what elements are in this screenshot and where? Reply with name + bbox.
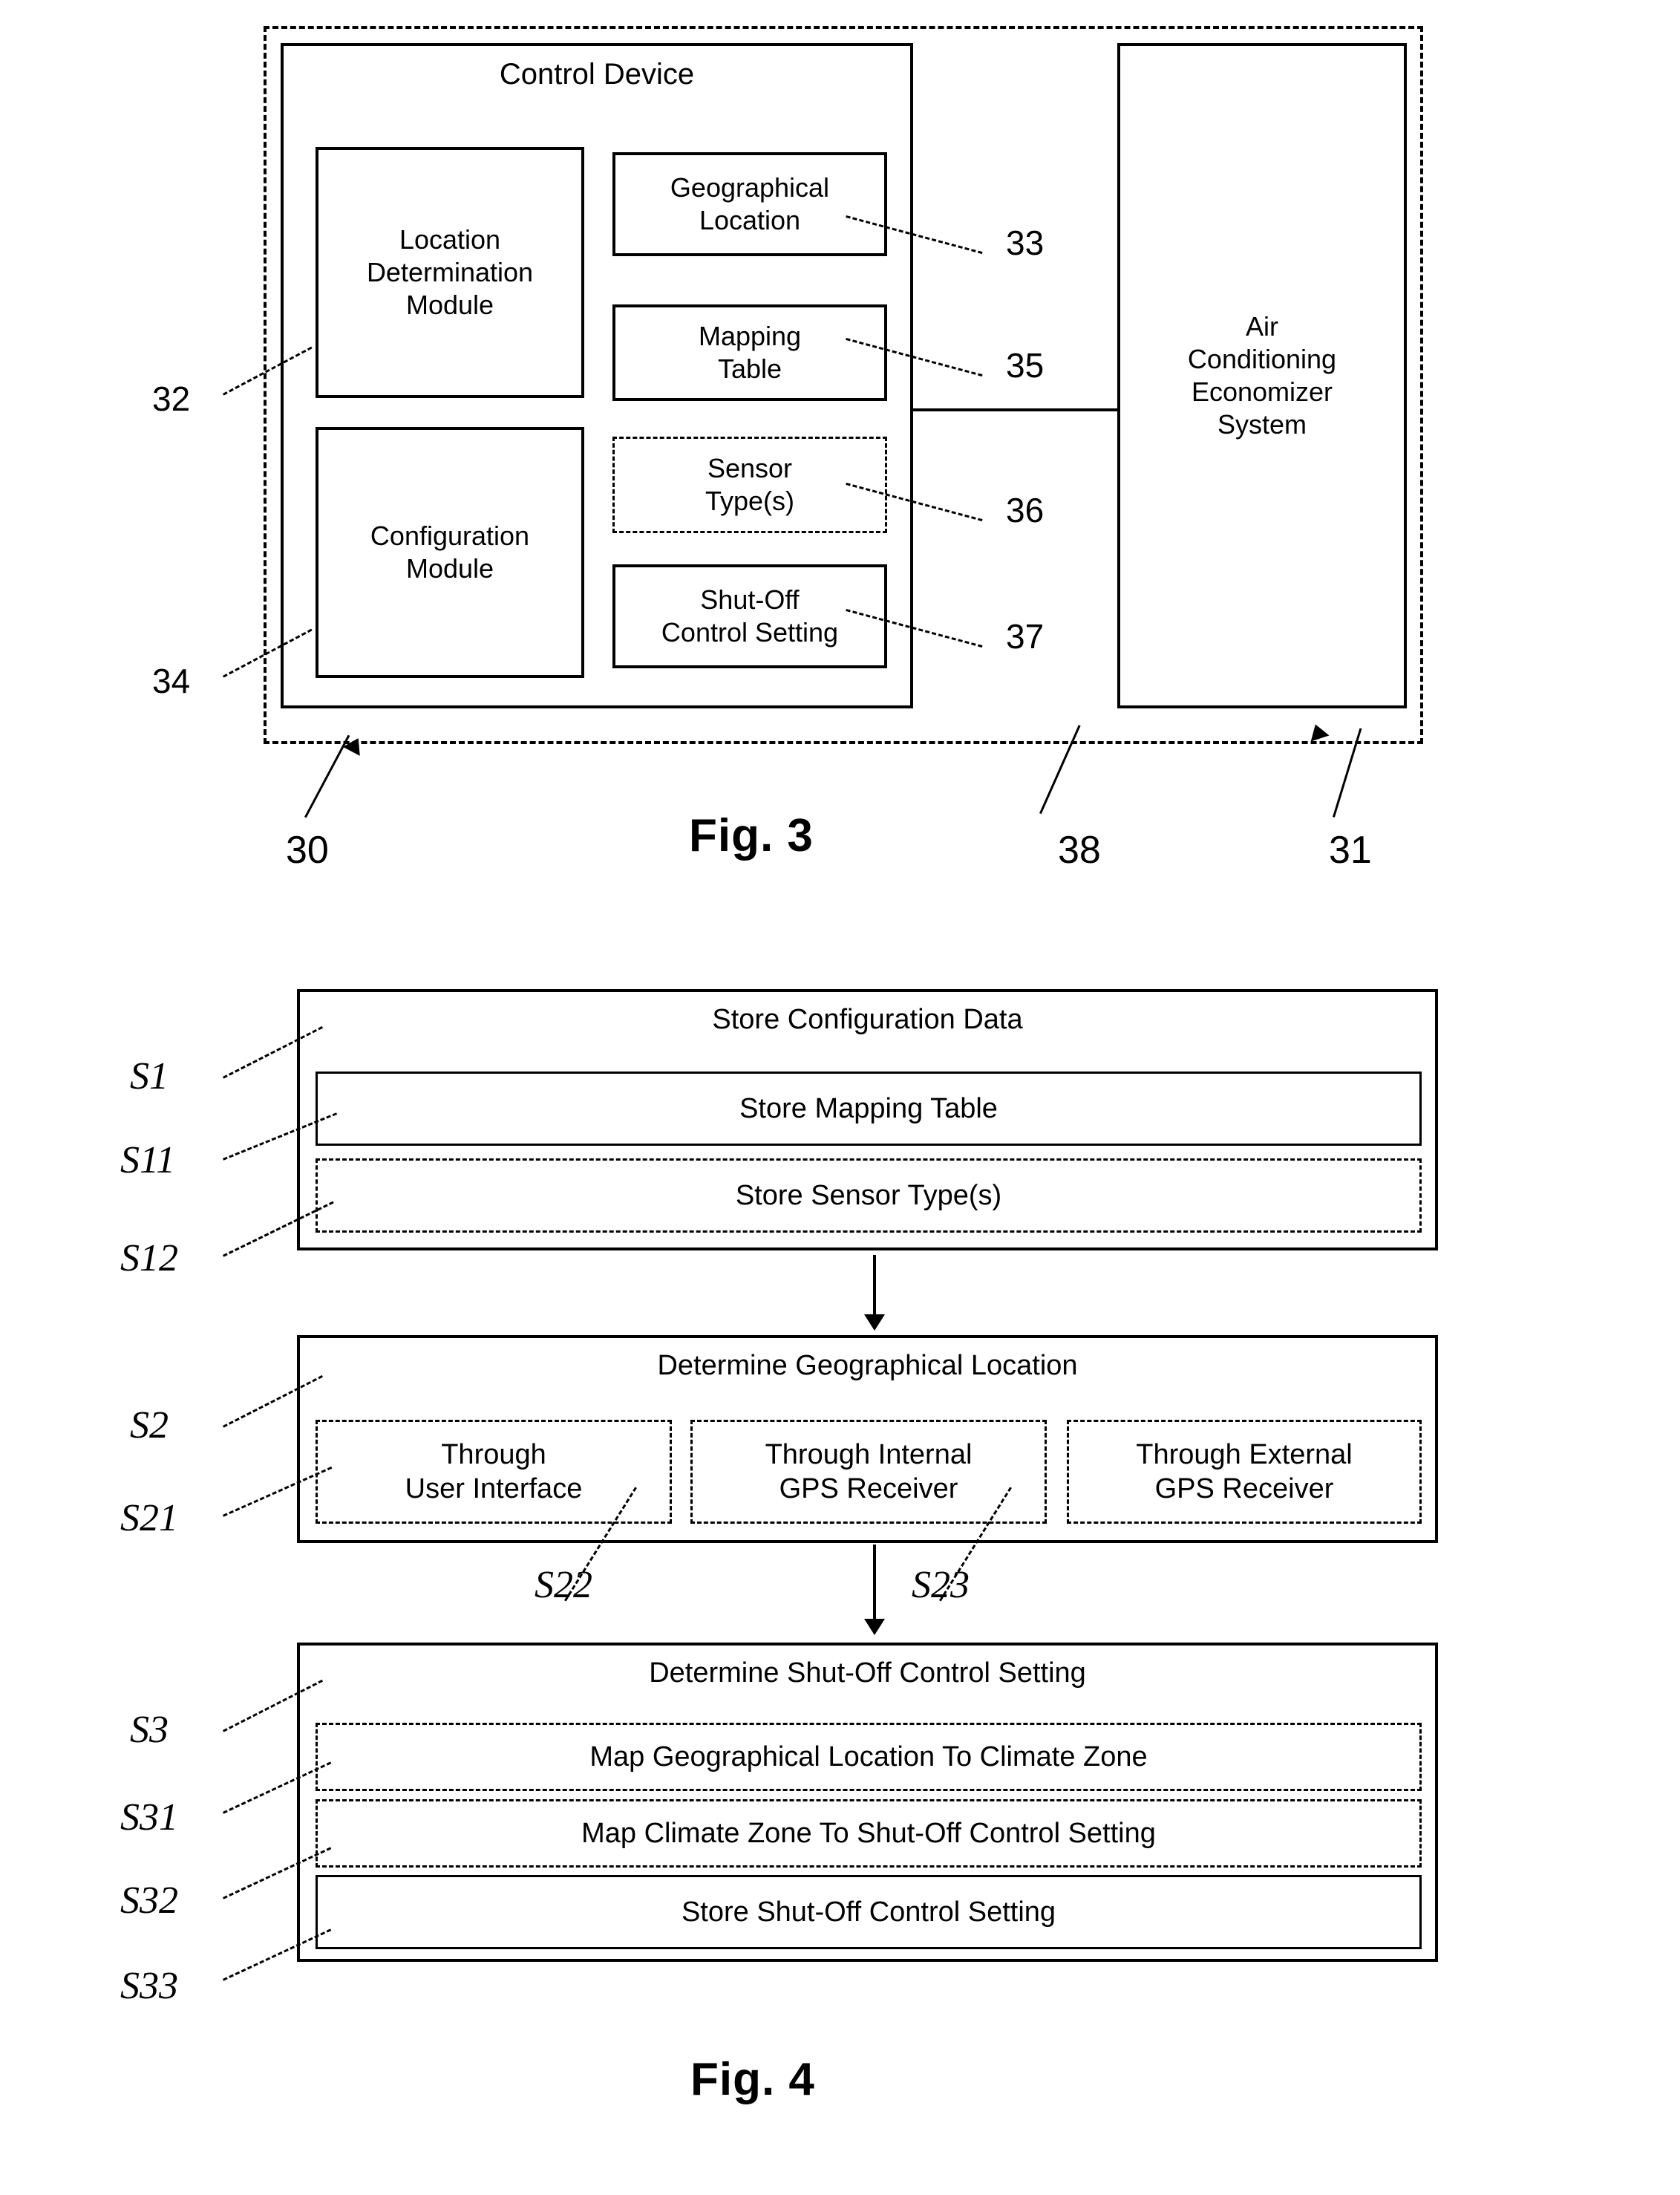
- patent-drawing-sheet: Control Device Location Determination Mo…: [0, 0, 1680, 2195]
- ref-37: 37: [1006, 617, 1045, 656]
- step-s31-box: Map Geographical Location To Climate Zon…: [316, 1723, 1422, 1791]
- step-id-s33: S33: [120, 1965, 178, 2007]
- step-s11-box: Store Mapping Table: [316, 1072, 1422, 1146]
- location-determination-module-box: Location Determination Module: [316, 147, 584, 398]
- mapping-table-label: Mapping Table: [698, 321, 802, 384]
- control-device-to-ac-connector: [912, 408, 1119, 411]
- ref-30: 30: [286, 829, 329, 872]
- shut-off-control-setting-box: Shut-Off Control Setting: [612, 564, 887, 668]
- step-s23-box: Through External GPS Receiver: [1067, 1420, 1422, 1524]
- ref-38: 38: [1058, 829, 1101, 872]
- step-id-s22: S22: [535, 1564, 592, 1606]
- step-id-s12: S12: [120, 1237, 178, 1279]
- step-s22-box: Through Internal GPS Receiver: [690, 1420, 1047, 1524]
- configuration-module-box: Configuration Module: [316, 427, 584, 678]
- shut-off-control-setting-label: Shut-Off Control Setting: [661, 584, 839, 648]
- ref-31: 31: [1329, 829, 1372, 872]
- figure-3-caption: Fig. 3: [689, 810, 814, 861]
- step-s33-label: Store Shut-Off Control Setting: [681, 1896, 1056, 1928]
- step-s21-label: Through User Interface: [405, 1438, 583, 1504]
- sensor-types-label: Sensor Type(s): [705, 453, 795, 516]
- configuration-module-label: Configuration Module: [370, 521, 530, 584]
- step-s23-label: Through External GPS Receiver: [1136, 1438, 1353, 1504]
- arrow-s2-s3: [864, 1619, 885, 1635]
- ref-35: 35: [1006, 346, 1045, 385]
- ref-33: 33: [1006, 224, 1045, 262]
- ref-34: 34: [152, 662, 191, 700]
- step-s22-label: Through Internal GPS Receiver: [765, 1438, 973, 1504]
- step-id-s31: S31: [120, 1796, 178, 1839]
- ref-36: 36: [1006, 491, 1045, 529]
- connector-s2-s3: [873, 1545, 876, 1626]
- step-s32-label: Map Climate Zone To Shut-Off Control Set…: [581, 1817, 1156, 1849]
- step-s32-box: Map Climate Zone To Shut-Off Control Set…: [316, 1799, 1422, 1868]
- step-id-s1: S1: [130, 1055, 169, 1098]
- air-conditioning-economizer-system-label: Air Conditioning Economizer System: [1187, 311, 1337, 440]
- step-s3-label: Determine Shut-Off Control Setting: [649, 1657, 1086, 1689]
- step-s31-label: Map Geographical Location To Climate Zon…: [589, 1741, 1148, 1772]
- ref-32: 32: [152, 379, 191, 418]
- step-s21-box: Through User Interface: [316, 1420, 672, 1524]
- location-determination-module-label: Location Determination Module: [366, 224, 534, 320]
- step-id-s3: S3: [130, 1709, 169, 1751]
- step-s12-label: Store Sensor Type(s): [735, 1179, 1002, 1211]
- air-conditioning-economizer-system-box: Air Conditioning Economizer System: [1117, 43, 1407, 708]
- step-id-s23: S23: [912, 1564, 970, 1606]
- step-id-s21: S21: [120, 1497, 178, 1539]
- connector-s1-s2: [873, 1255, 876, 1322]
- step-s1-label: Store Configuration Data: [712, 1004, 1023, 1035]
- geographical-location-box: Geographical Location: [612, 152, 887, 256]
- step-s33-box: Store Shut-Off Control Setting: [316, 1875, 1422, 1949]
- step-id-s2: S2: [130, 1404, 169, 1447]
- step-id-s32: S32: [120, 1879, 178, 1922]
- geographical-location-label: Geographical Location: [670, 172, 830, 235]
- figure-4-caption: Fig. 4: [690, 2054, 815, 2105]
- mapping-table-box: Mapping Table: [612, 304, 887, 401]
- control-device-title: Control Device: [499, 58, 695, 91]
- step-id-s11: S11: [120, 1139, 176, 1181]
- arrow-s1-s2: [864, 1314, 885, 1331]
- step-s12-box: Store Sensor Type(s): [316, 1158, 1422, 1233]
- step-s11-label: Store Mapping Table: [739, 1092, 998, 1124]
- step-s2-label: Determine Geographical Location: [657, 1350, 1078, 1381]
